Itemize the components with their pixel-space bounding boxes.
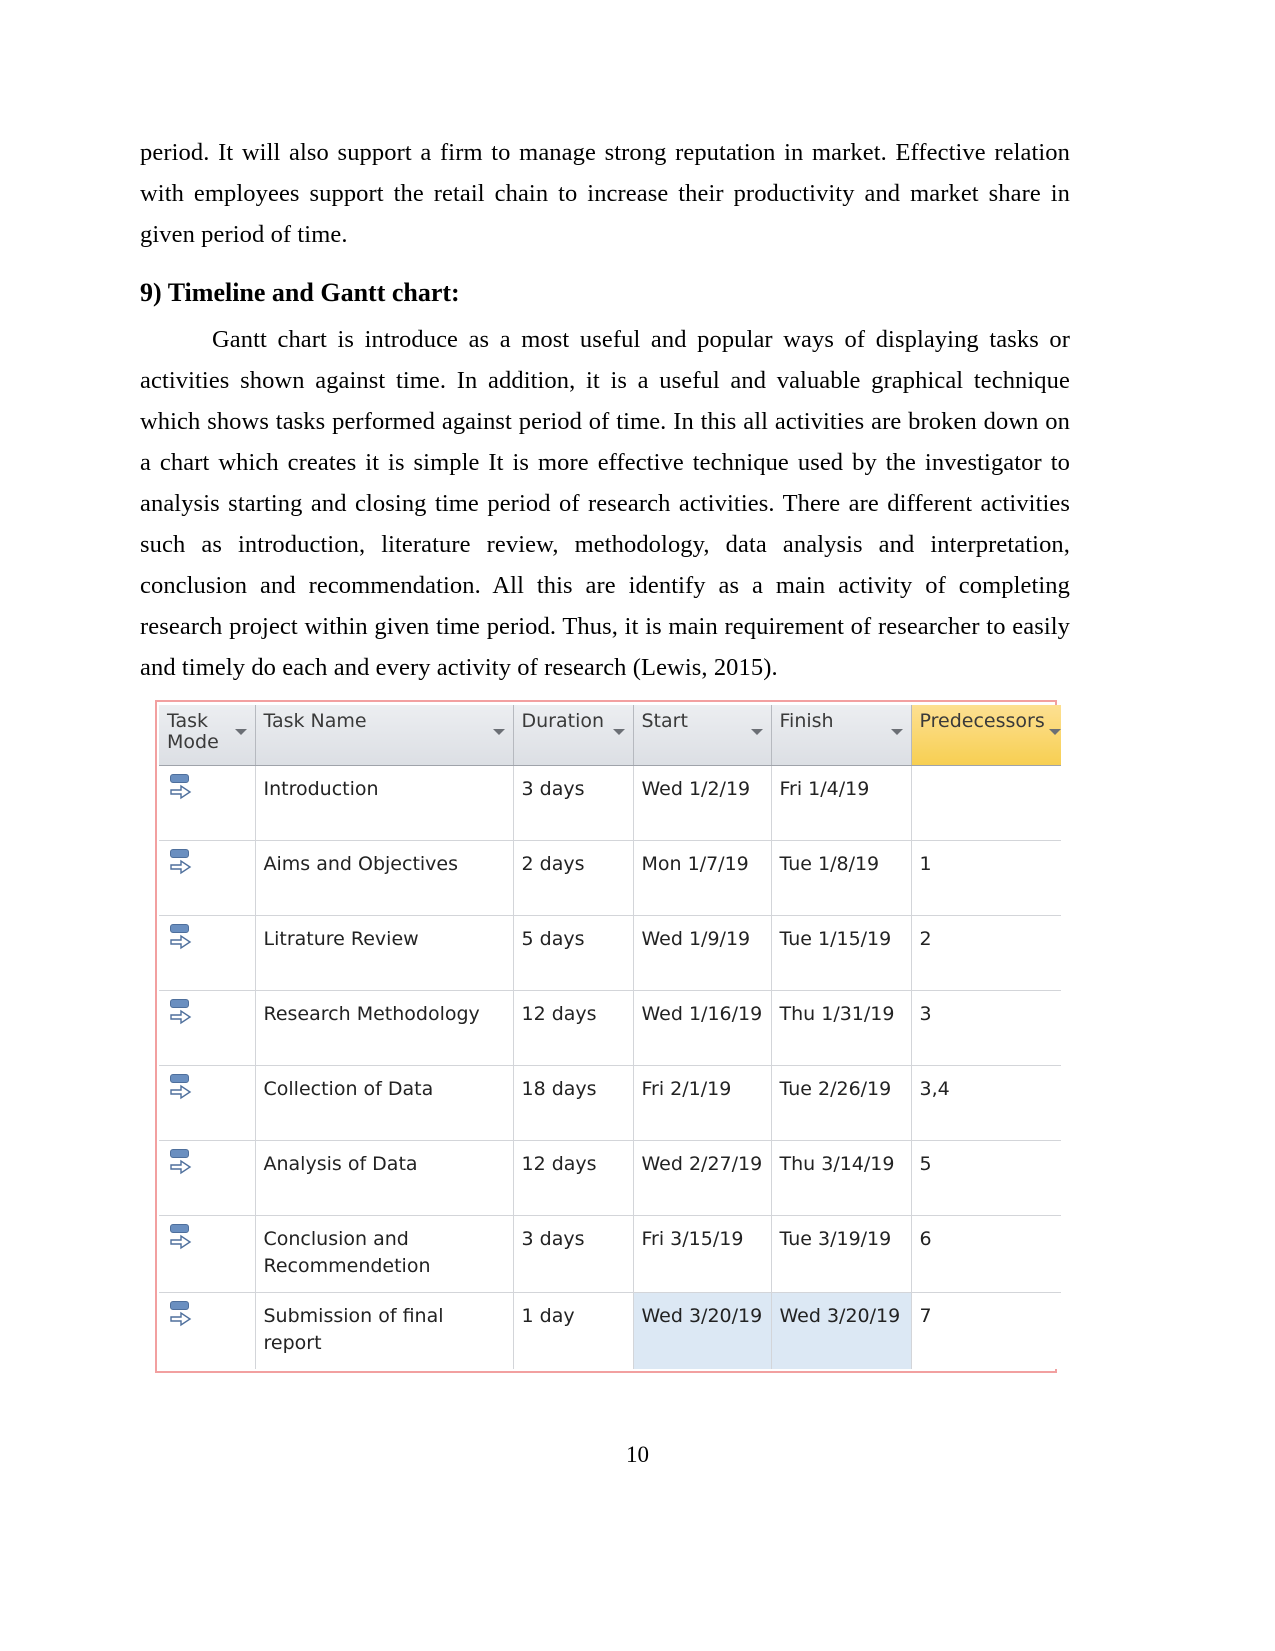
cell-duration[interactable]: 2 days: [513, 840, 634, 916]
cell-start[interactable]: Fri 2/1/19: [633, 1065, 772, 1141]
cell-duration[interactable]: 12 days: [513, 1140, 634, 1216]
column-header-label: Task Name: [263, 710, 367, 732]
cell-task-name[interactable]: Litrature Review: [255, 915, 514, 991]
cell-finish[interactable]: Thu 1/31/19: [771, 990, 912, 1066]
cell-start[interactable]: Mon 1/7/19: [633, 840, 772, 916]
cell-task-mode[interactable]: [159, 990, 256, 1066]
gantt-table-container: Task Mode Task Name Duration Start Finis…: [155, 700, 1061, 1373]
filter-dropdown-icon[interactable]: [1048, 729, 1061, 735]
cell-finish[interactable]: Tue 2/26/19: [771, 1065, 912, 1141]
cell-finish[interactable]: Tue 1/8/19: [771, 840, 912, 916]
cell-task-name[interactable]: Conclusion and Recommendetion: [255, 1215, 514, 1293]
filter-dropdown-icon[interactable]: [612, 729, 625, 735]
cell-start[interactable]: Wed 1/9/19: [633, 915, 772, 991]
cell-finish[interactable]: Wed 3/20/19: [771, 1292, 912, 1369]
column-header-predecessors[interactable]: Predecessors: [911, 705, 1061, 766]
gantt-table-body: Introduction 3 days Wed 1/2/19 Fri 1/4/19 Ai…: [159, 765, 1061, 1369]
cell-predecessors[interactable]: 6: [911, 1215, 1061, 1293]
cell-start[interactable]: Wed 1/2/19: [633, 765, 772, 841]
cell-predecessors[interactable]: [911, 765, 1061, 841]
section-heading: 9) Timeline and Gantt chart:: [140, 278, 460, 307]
table-row[interactable]: Aims and Objectives 2 days Mon 1/7/19 Tue 1…: [159, 840, 1061, 916]
document-body: period. It will also support a firm to m…: [140, 132, 1070, 688]
auto-schedule-icon: [169, 774, 195, 804]
cell-task-mode[interactable]: [159, 1140, 256, 1216]
filter-dropdown-icon[interactable]: [492, 729, 505, 735]
table-row[interactable]: Collection of Data 18 days Fri 2/1/19 Tue 2…: [159, 1065, 1061, 1141]
table-row[interactable]: Conclusion and Recommendetion 3 days Fri 3…: [159, 1215, 1061, 1293]
cell-finish[interactable]: Thu 3/14/19: [771, 1140, 912, 1216]
column-header-label: Finish: [779, 710, 834, 732]
paragraph-gantt-description: Gantt chart is introduce as a most usefu…: [140, 326, 1070, 681]
auto-schedule-icon: [169, 999, 195, 1029]
column-header-duration[interactable]: Duration: [513, 705, 634, 766]
cell-task-mode[interactable]: [159, 915, 256, 991]
gantt-table: Task Mode Task Name Duration Start Finis…: [159, 705, 1061, 1369]
cell-finish[interactable]: Tue 3/19/19: [771, 1215, 912, 1293]
cell-task-name[interactable]: Collection of Data: [255, 1065, 514, 1141]
paragraph-before-heading: period. It will also support a firm to m…: [140, 139, 1070, 248]
column-header-finish[interactable]: Finish: [771, 705, 912, 766]
cell-task-name[interactable]: Aims and Objectives: [255, 840, 514, 916]
cell-predecessors[interactable]: 5: [911, 1140, 1061, 1216]
cell-task-mode[interactable]: [159, 840, 256, 916]
column-header-task-mode[interactable]: Task Mode: [159, 705, 256, 766]
filter-dropdown-icon[interactable]: [890, 729, 903, 735]
column-header-label: Start: [641, 710, 688, 732]
column-header-label: Predecessors: [919, 710, 1045, 732]
page-number: 10: [626, 1442, 649, 1467]
cell-task-name[interactable]: Analysis of Data: [255, 1140, 514, 1216]
column-header-start[interactable]: Start: [633, 705, 772, 766]
table-row[interactable]: Litrature Review 5 days Wed 1/9/19 Tue 1/15…: [159, 915, 1061, 991]
cell-duration[interactable]: 18 days: [513, 1065, 634, 1141]
cell-predecessors[interactable]: 1: [911, 840, 1061, 916]
column-header-label: Task Mode: [167, 710, 219, 753]
auto-schedule-icon: [169, 1074, 195, 1104]
table-row[interactable]: Introduction 3 days Wed 1/2/19 Fri 1/4/19: [159, 765, 1061, 841]
gantt-table-header: Task Mode Task Name Duration Start Finis…: [159, 705, 1061, 766]
table-row[interactable]: Submission of final report 1 day Wed 3/20/…: [159, 1292, 1061, 1369]
cell-finish[interactable]: Fri 1/4/19: [771, 765, 912, 841]
auto-schedule-icon: [169, 924, 195, 954]
cell-duration[interactable]: 5 days: [513, 915, 634, 991]
cell-task-mode[interactable]: [159, 1215, 256, 1293]
table-row[interactable]: Research Methodology 12 days Wed 1/16/19 Th…: [159, 990, 1061, 1066]
filter-dropdown-icon[interactable]: [750, 729, 763, 735]
cell-duration[interactable]: 1 day: [513, 1292, 634, 1369]
cell-start[interactable]: Wed 3/20/19: [633, 1292, 772, 1369]
cell-duration[interactable]: 12 days: [513, 990, 634, 1066]
cell-start[interactable]: Wed 2/27/19: [633, 1140, 772, 1216]
cell-predecessors[interactable]: 2: [911, 915, 1061, 991]
cell-task-name[interactable]: Introduction: [255, 765, 514, 841]
header-row: Task Mode Task Name Duration Start Finis…: [159, 705, 1061, 766]
cell-predecessors[interactable]: 3,4: [911, 1065, 1061, 1141]
column-header-label: Duration: [521, 710, 605, 732]
cell-start[interactable]: Fri 3/15/19: [633, 1215, 772, 1293]
document-page: period. It will also support a firm to m…: [0, 0, 1275, 1651]
filter-dropdown-icon[interactable]: [234, 729, 247, 735]
cell-duration[interactable]: 3 days: [513, 765, 634, 841]
cell-task-mode[interactable]: [159, 765, 256, 841]
cell-task-name[interactable]: Submission of final report: [255, 1292, 514, 1369]
auto-schedule-icon: [169, 1224, 195, 1254]
auto-schedule-icon: [169, 1149, 195, 1179]
table-row[interactable]: Analysis of Data 12 days Wed 2/27/19 Thu 3/…: [159, 1140, 1061, 1216]
cell-predecessors[interactable]: 3: [911, 990, 1061, 1066]
cell-duration[interactable]: 3 days: [513, 1215, 634, 1293]
cell-predecessors[interactable]: 7: [911, 1292, 1061, 1369]
auto-schedule-icon: [169, 1301, 195, 1331]
cell-finish[interactable]: Tue 1/15/19: [771, 915, 912, 991]
cell-start[interactable]: Wed 1/16/19: [633, 990, 772, 1066]
column-header-task-name[interactable]: Task Name: [255, 705, 514, 766]
cell-task-mode[interactable]: [159, 1292, 256, 1369]
cell-task-mode[interactable]: [159, 1065, 256, 1141]
auto-schedule-icon: [169, 849, 195, 879]
cell-task-name[interactable]: Research Methodology: [255, 990, 514, 1066]
